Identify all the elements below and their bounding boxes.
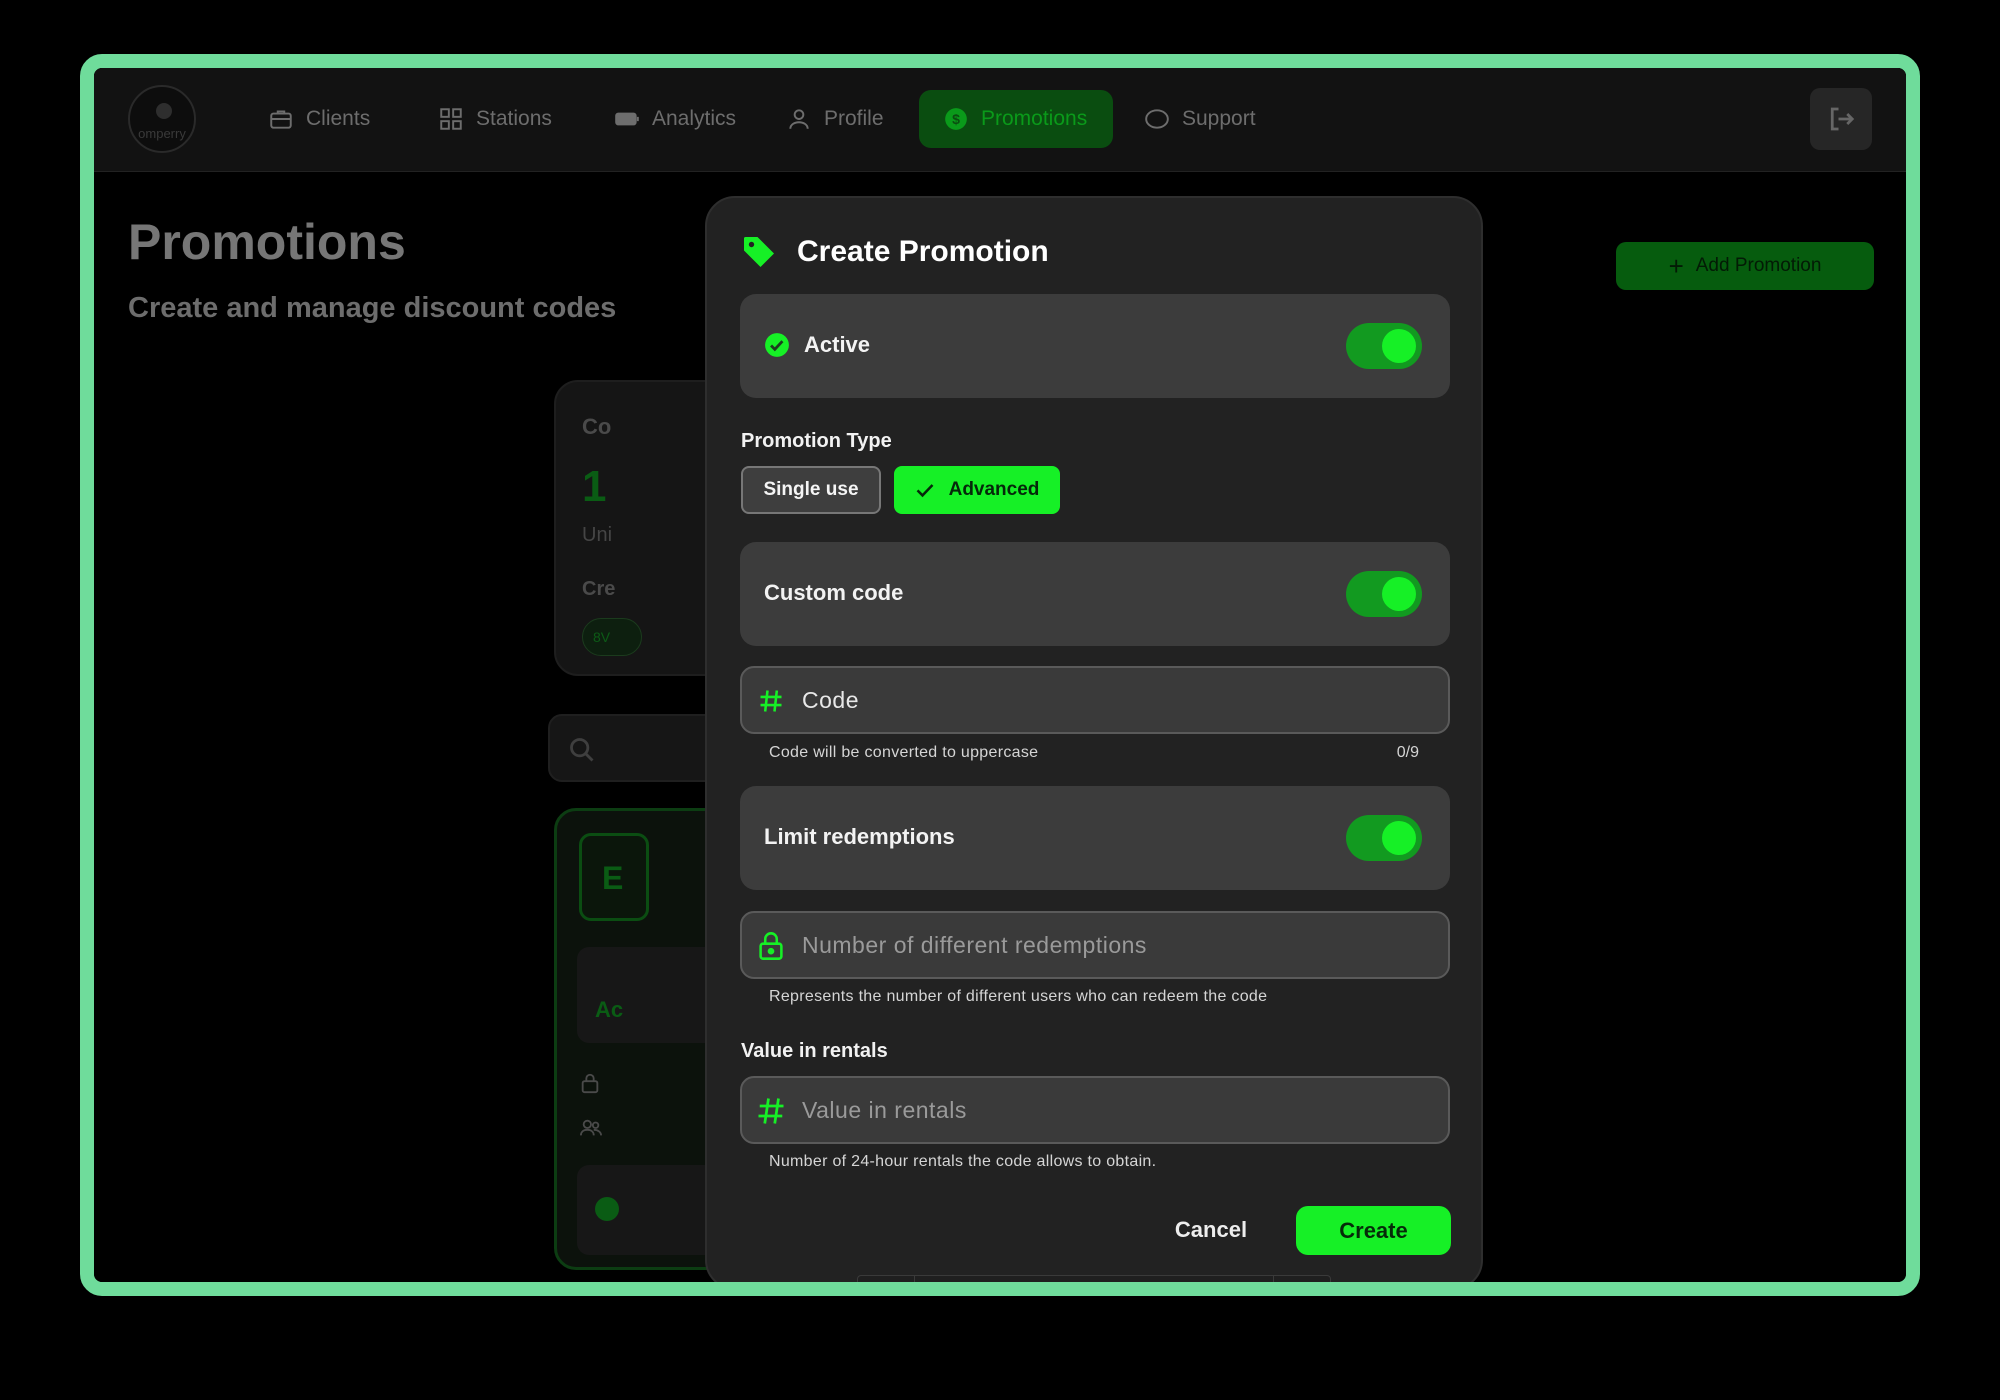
value-in-rentals-field[interactable]	[740, 1076, 1450, 1144]
limit-redemptions-row: Limit redemptions	[740, 786, 1450, 890]
stats-card-title: Co	[582, 414, 612, 439]
active-row: Active	[740, 294, 1450, 398]
nav-label: Profile	[824, 107, 884, 130]
active-label: Active	[804, 332, 871, 357]
tag-icon	[744, 237, 774, 267]
nav-item-stations[interactable]: Stations	[414, 90, 576, 148]
battery-icon	[615, 112, 639, 126]
custom-code-label: Custom code	[764, 580, 904, 605]
dialog-title: Create Promotion	[797, 235, 1049, 268]
user-icon	[789, 109, 809, 129]
search-icon	[570, 738, 594, 762]
nav-item-support[interactable]: Support	[1120, 90, 1280, 148]
value-in-rentals-input[interactable]	[802, 1078, 1422, 1142]
lock-icon	[756, 931, 786, 961]
stats-card-caption: Uni	[582, 524, 613, 546]
create-promotion-dialog: Create Promotion Active Promotion Type S…	[705, 196, 1483, 1282]
add-promotion-label: Add Promotion	[1695, 255, 1822, 276]
stats-card-number: 1	[582, 462, 607, 511]
cancel-button[interactable]: Cancel	[1163, 1206, 1259, 1254]
custom-code-toggle[interactable]	[1346, 571, 1422, 617]
top-nav: omperry Clients Stations Analytics Profi…	[94, 68, 1906, 172]
users-icon	[580, 1119, 602, 1136]
code-field[interactable]	[740, 666, 1450, 734]
limit-redemptions-toggle[interactable]	[1346, 815, 1422, 861]
promotion-type-label: Promotion Type	[741, 430, 892, 452]
nav-item-profile[interactable]: Profile	[762, 90, 908, 148]
limit-redemptions-label: Limit redemptions	[764, 824, 955, 849]
add-promotion-button[interactable]: + Add Promotion	[1616, 242, 1874, 290]
code-helper-text: Code will be converted to uppercase	[769, 744, 1039, 761]
advanced-label: Advanced	[948, 479, 1040, 500]
wave-logo-icon	[868, 1295, 904, 1296]
briefcase-icon	[270, 110, 292, 129]
hamburger-menu-icon	[1288, 1294, 1316, 1296]
value-helper-text: Number of 24-hour rentals the code allow…	[769, 1153, 1157, 1170]
advanced-option[interactable]: Advanced	[894, 466, 1060, 514]
custom-code-row: Custom code	[740, 542, 1450, 646]
nav-item-promotions[interactable]: $ Promotions	[919, 90, 1113, 148]
nav-item-analytics[interactable]: Analytics	[590, 90, 760, 148]
value-in-rentals-label: Value in rentals	[741, 1040, 888, 1062]
checkmark-icon	[916, 484, 933, 498]
chat-bubble-icon	[1145, 109, 1169, 129]
page-title: Promotions	[128, 214, 406, 270]
hash-icon	[756, 1096, 786, 1126]
nav-label: Analytics	[652, 107, 737, 130]
app-frame: omperry Clients Stations Analytics Profi…	[80, 54, 1920, 1296]
grid-icon	[440, 108, 462, 130]
nav-label: Promotions	[981, 107, 1088, 130]
page-subtitle: Create and manage discount codes	[128, 292, 617, 324]
nav-label: Stations	[476, 107, 552, 130]
redemptions-helper-text: Represents the number of different users…	[769, 988, 1268, 1005]
single-use-label: Single use	[763, 479, 859, 500]
stats-card-section: Cre	[582, 578, 616, 600]
dialog-header: Create Promotion	[741, 234, 1049, 270]
brand-logo[interactable]: omperry	[128, 85, 196, 153]
nav-label: Support	[1182, 107, 1256, 130]
menu-button[interactable]	[1273, 1276, 1330, 1296]
redemptions-input[interactable]	[802, 913, 1422, 977]
lock-icon	[581, 1073, 599, 1094]
code-input[interactable]	[802, 668, 1422, 732]
hash-icon	[756, 686, 786, 716]
code-chip[interactable]: 8V	[582, 618, 642, 656]
app-window: omperry Clients Stations Analytics Profi…	[94, 68, 1906, 1282]
logo-text: omperry	[138, 126, 186, 141]
authenticate-button[interactable]: Authenticate	[915, 1276, 1273, 1282]
active-toggle[interactable]	[1346, 323, 1422, 369]
active-label-group: Active	[764, 332, 870, 358]
code-char-counter: 0/9	[1396, 744, 1419, 761]
create-button[interactable]: Create	[1296, 1206, 1451, 1255]
check-icon	[595, 1197, 619, 1221]
dollar-icon: $	[945, 108, 967, 130]
single-use-option[interactable]: Single use	[741, 466, 881, 514]
svg-text:$: $	[952, 111, 960, 127]
wave-logo-button[interactable]	[858, 1276, 915, 1296]
logout-button[interactable]	[1810, 88, 1872, 150]
nav-item-clients[interactable]: Clients	[244, 90, 394, 148]
plus-icon: +	[1668, 250, 1684, 281]
check-circle-icon	[765, 333, 789, 357]
redemptions-field[interactable]	[740, 911, 1450, 979]
authenticate-bar: Authenticate	[857, 1275, 1331, 1296]
nav-label: Clients	[306, 107, 371, 130]
promotion-code-tag: E	[579, 833, 649, 921]
promotion-status-text: Ac	[595, 997, 624, 1022]
logout-icon	[1830, 107, 1855, 131]
